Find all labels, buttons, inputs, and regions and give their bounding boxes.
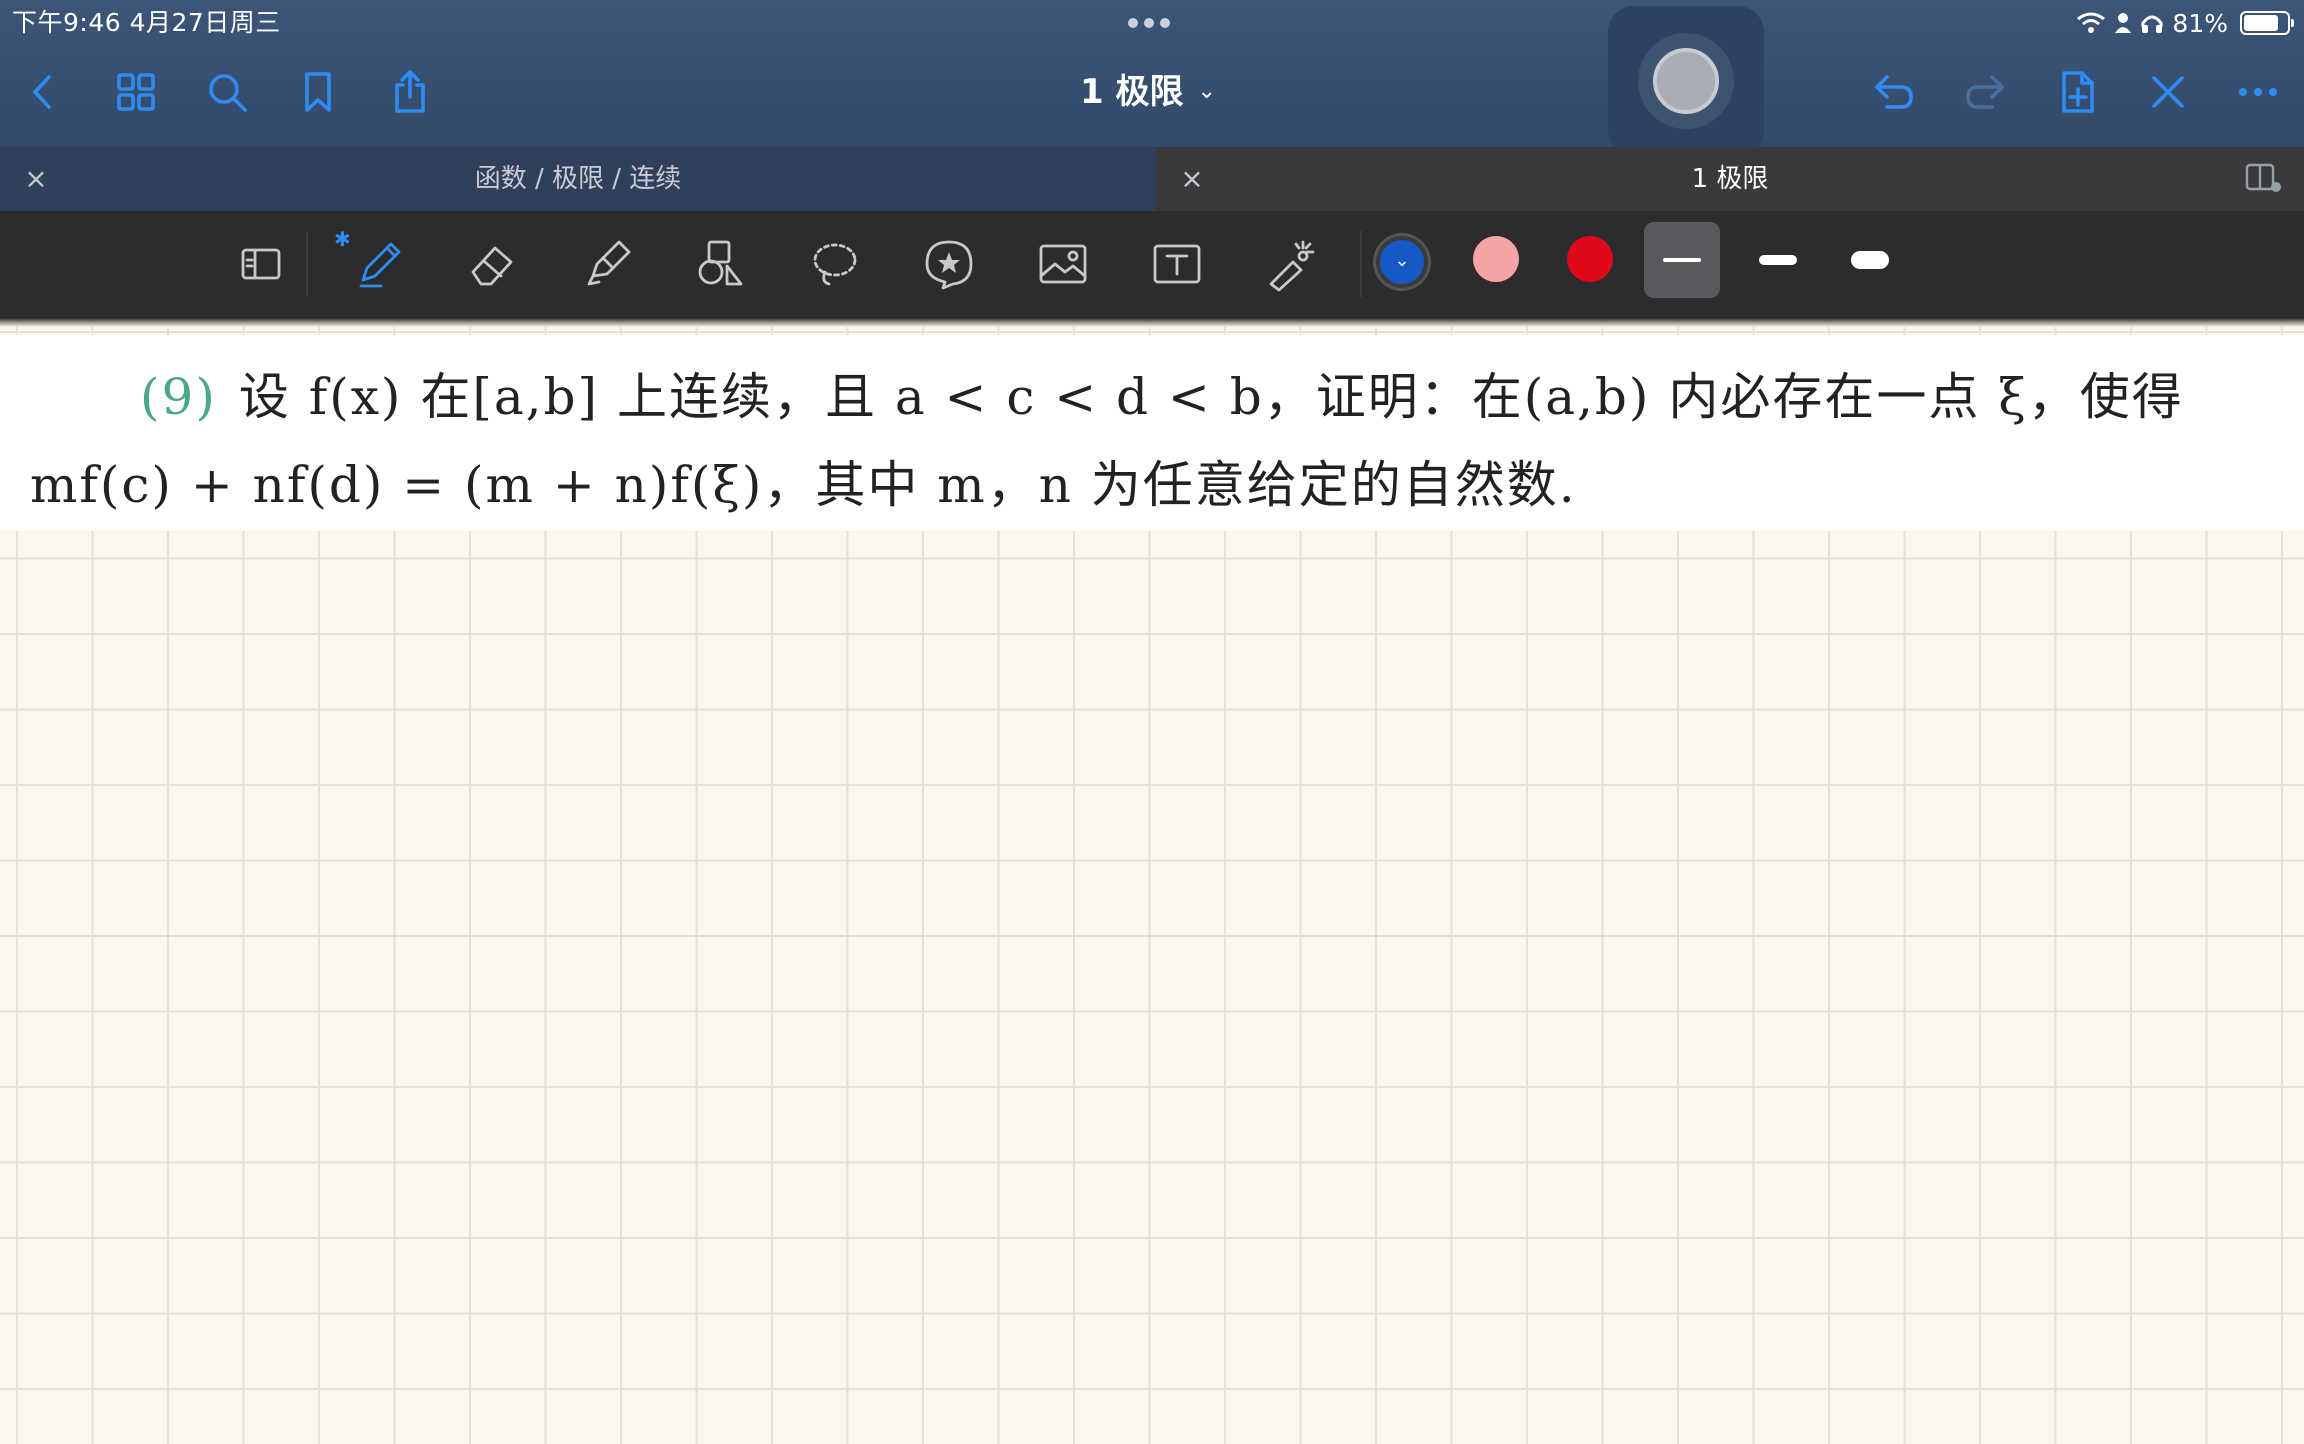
stroke-width-thin[interactable] — [1644, 222, 1720, 298]
tab-close-icon[interactable]: × — [1174, 161, 1210, 197]
stroke-medium-icon — [1759, 255, 1797, 265]
text-tool-icon[interactable] — [1144, 231, 1210, 297]
tab-label: 1 极限 — [1691, 164, 1769, 194]
chevron-left-icon[interactable] — [14, 62, 74, 122]
bookmark-icon[interactable] — [288, 62, 348, 122]
color-swatch-pink[interactable] — [1473, 236, 1519, 282]
stroke-thin-icon — [1663, 258, 1701, 262]
problem-text-1: 设 f(x) 在[a,b] 上连续，且 a < c < d < b，证明：在(a… — [238, 368, 2184, 426]
status-time-date: 下午9:46 4月27日周三 — [12, 8, 281, 37]
toolbar-shadow — [0, 317, 2304, 327]
undo-icon[interactable] — [1864, 62, 1924, 122]
headphones-icon — [2141, 15, 2163, 33]
toolbar-divider — [306, 231, 308, 297]
tab-functions[interactable]: × 函数 / 极限 / 连续 — [0, 147, 1156, 211]
wifi-icon — [2077, 12, 2106, 33]
add-page-icon[interactable] — [2047, 62, 2107, 122]
share-icon[interactable] — [380, 62, 440, 122]
pasted-problem-image[interactable]: (9) 设 f(x) 在[a,b] 上连续，且 a < c < d < b，证明：… — [0, 335, 2304, 531]
close-icon[interactable] — [2138, 62, 2198, 122]
image-tool-icon[interactable] — [1030, 231, 1096, 297]
battery-percent: 81% — [2172, 8, 2228, 38]
document-tab-bar: × 函数 / 极限 / 连续 × 1 极限 — [0, 147, 2304, 211]
top-navigation-bar: 下午9:46 4月27日周三 81% 1 极限 ⌄ — [0, 0, 2304, 156]
record-button[interactable] — [1608, 6, 1764, 156]
problem-line-2: mf(c) + nf(d) = (m + n)f(ξ)，其中 m，n 为任意给定… — [30, 456, 1577, 514]
chevron-down-icon: ⌄ — [1394, 250, 1410, 271]
pen-tool-icon[interactable] — [346, 231, 412, 297]
read-mode-icon[interactable] — [228, 231, 294, 297]
shapes-tool-icon[interactable] — [688, 231, 754, 297]
redo-icon[interactable] — [1955, 62, 2015, 122]
record-ring — [1638, 33, 1734, 129]
stroke-width-medium[interactable] — [1740, 222, 1816, 298]
tab-limits[interactable]: × 1 极限 — [1156, 147, 2304, 211]
stroke-width-thick[interactable] — [1832, 222, 1908, 298]
more-icon[interactable] — [2228, 62, 2288, 122]
problem-number: (9) — [140, 368, 217, 426]
search-icon[interactable] — [197, 62, 257, 122]
document-title-menu[interactable]: 1 极限 ⌄ — [1080, 66, 1216, 118]
grid-icon[interactable] — [106, 62, 166, 122]
chevron-down-icon: ⌄ — [1197, 79, 1216, 104]
status-indicators: 81% — [2076, 4, 2294, 42]
multitasking-dots-icon[interactable] — [1128, 18, 1170, 28]
color-swatch-blue[interactable]: ⌄ — [1376, 236, 1428, 288]
highlighter-tool-icon[interactable] — [574, 231, 640, 297]
battery-icon — [2240, 11, 2294, 35]
split-view-icon[interactable] — [2244, 161, 2284, 197]
color-swatch-red[interactable] — [1567, 236, 1613, 282]
record-icon — [1653, 48, 1719, 114]
sticker-tool-icon[interactable] — [916, 231, 982, 297]
app-window: 下午9:46 4月27日周三 81% 1 极限 ⌄ × 函数 / 极限 / 连续… — [0, 0, 2304, 1444]
problem-line-1: (9) 设 f(x) 在[a,b] 上连续，且 a < c < d < b，证明：… — [140, 357, 2184, 437]
toolbar-divider — [1360, 231, 1362, 297]
document-title: 1 极限 — [1080, 72, 1184, 112]
tab-label: 函数 / 极限 / 连续 — [474, 164, 682, 194]
lasso-tool-icon[interactable] — [802, 231, 868, 297]
laser-pointer-icon[interactable] — [1258, 231, 1324, 297]
drawing-toolbar: ✱ — [0, 211, 2304, 317]
tab-close-icon[interactable]: × — [18, 161, 54, 197]
stroke-thick-icon — [1851, 251, 1889, 269]
eraser-tool-icon[interactable] — [460, 231, 526, 297]
user-icon — [2115, 13, 2132, 33]
